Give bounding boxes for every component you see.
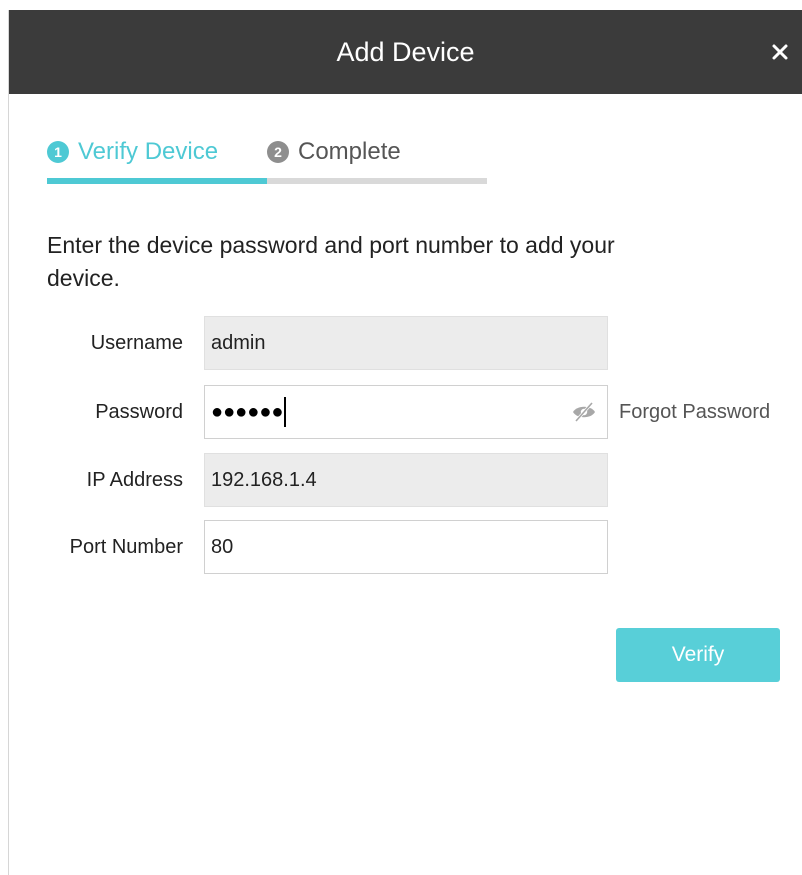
port-number-field[interactable]: 80 — [204, 520, 608, 574]
port-number-row: Port Number 80 — [9, 520, 802, 574]
step-label: Complete — [298, 138, 401, 165]
password-row: Password ●●●●●● Forgot Password — [9, 385, 802, 439]
username-row: Username admin — [9, 316, 802, 370]
step-number-badge: 2 — [267, 141, 289, 163]
instructions-text: Enter the device password and port numbe… — [47, 232, 615, 291]
forgot-password-link[interactable]: Forgot Password — [619, 385, 770, 439]
ip-address-row: IP Address 192.168.1.4 — [9, 453, 802, 507]
step-progress-track — [47, 178, 487, 184]
step-complete: 2 Complete — [267, 134, 401, 170]
username-field: admin — [204, 316, 608, 370]
add-device-dialog: Add Device 1 Verify Device 2 Complete En… — [8, 10, 802, 875]
port-number-value: 80 — [211, 536, 234, 558]
password-value: ●●●●●● — [211, 401, 284, 423]
port-number-label: Port Number — [69, 536, 183, 558]
dialog-titlebar: Add Device — [9, 10, 802, 94]
step-progress-fill — [47, 178, 267, 184]
username-value: admin — [211, 332, 266, 354]
password-field[interactable]: ●●●●●● — [204, 385, 608, 439]
eye-off-icon[interactable] — [571, 400, 597, 424]
ip-address-field: 192.168.1.4 — [204, 453, 608, 507]
password-label: Password — [95, 401, 183, 423]
step-indicator: 1 Verify Device 2 Complete — [47, 134, 487, 194]
text-caret — [284, 397, 286, 427]
verify-button[interactable]: Verify — [616, 628, 780, 682]
username-label: Username — [90, 332, 183, 354]
step-label: Verify Device — [78, 138, 219, 165]
close-icon[interactable] — [766, 38, 794, 66]
step-number-badge: 1 — [47, 141, 69, 163]
step-verify-device: 1 Verify Device — [47, 134, 218, 170]
ip-address-label: IP Address — [86, 469, 183, 491]
dialog-title: Add Device — [336, 37, 475, 67]
ip-address-value: 192.168.1.4 — [211, 469, 317, 491]
